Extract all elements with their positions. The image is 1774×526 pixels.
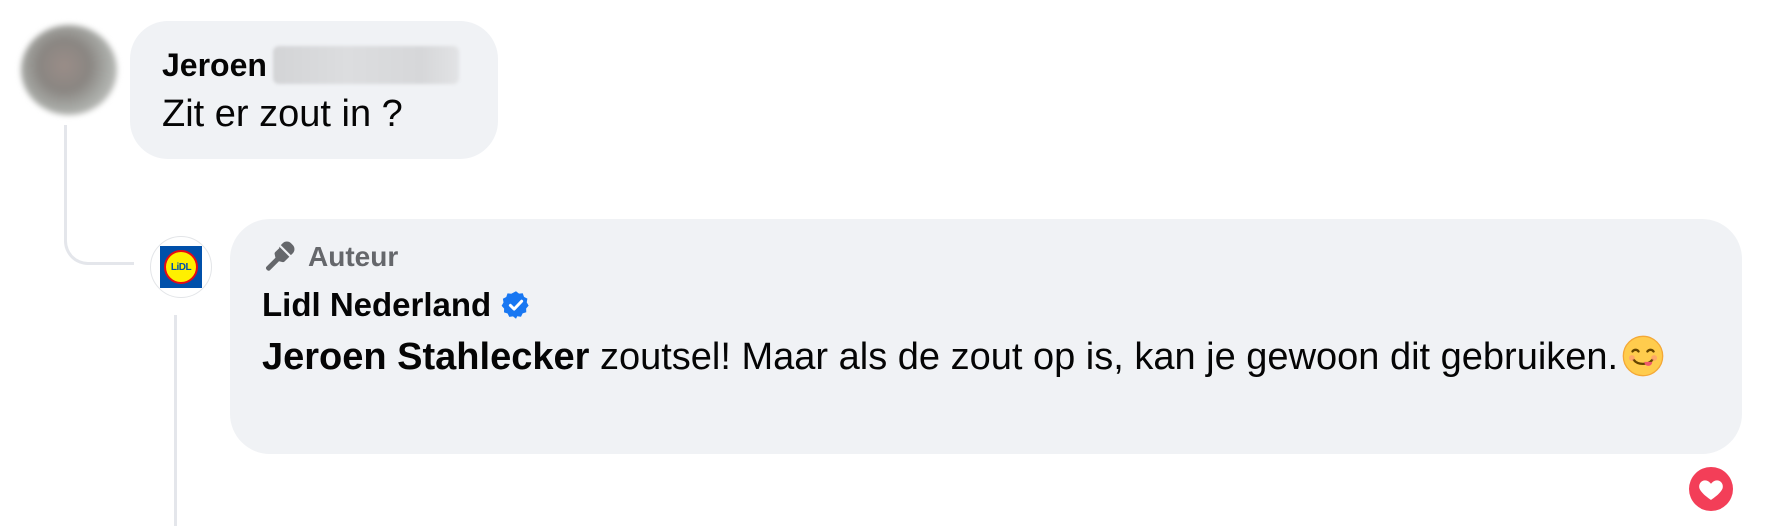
avatar-lidl[interactable]: LiDL <box>150 236 212 298</box>
author-badge-label: Auteur <box>308 241 399 272</box>
author-badge: Auteur <box>262 239 1710 275</box>
microphone-icon <box>265 241 295 271</box>
comment-thread: Jeroen Zit er zout in ? LiDL Auteur Lidl… <box>0 0 1774 526</box>
love-reaction <box>1689 467 1733 511</box>
savoring-food-emoji-icon <box>1622 335 1664 392</box>
comment-text: Zit er zout in ? <box>162 93 403 135</box>
lidl-logo: LiDL <box>160 246 202 288</box>
reaction-summary[interactable] <box>1687 465 1735 513</box>
avatar-commenter[interactable] <box>21 25 117 115</box>
verified-badge-icon <box>501 290 531 320</box>
comment-author-row: Jeroen <box>162 45 466 85</box>
reply-author-row: Lidl Nederland <box>262 285 1710 325</box>
reply-text: Jeroen Stahlecker zoutsel! Maar als de z… <box>262 331 1682 392</box>
lidl-logo-text: LiDL <box>164 250 198 284</box>
comment-bubble: Jeroen Zit er zout in ? <box>130 21 498 159</box>
thread-connector-reply <box>174 315 177 526</box>
thread-connector <box>64 125 134 265</box>
comment-author-name[interactable]: Jeroen <box>162 47 267 84</box>
reply-body: zoutsel! Maar als de zout op is, kan je … <box>589 336 1619 378</box>
redacted-last-name <box>272 46 459 84</box>
mention-link[interactable]: Jeroen Stahlecker <box>262 336 589 378</box>
reply-bubble: Auteur Lidl Nederland Jeroen Stahlecker … <box>230 219 1742 454</box>
heart-icon <box>1699 480 1723 500</box>
page-name[interactable]: Lidl Nederland <box>262 286 491 324</box>
